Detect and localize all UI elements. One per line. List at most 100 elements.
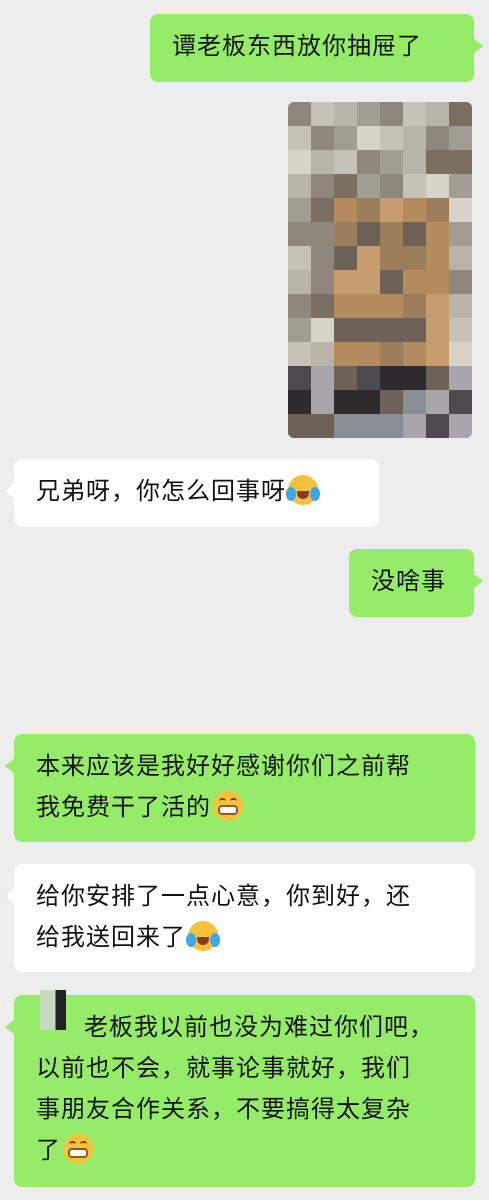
photo-pixel [334,126,358,151]
photo-pixel [311,174,335,199]
photo-pixel [357,270,381,295]
message-line: 我免费干了活的 [36,793,211,821]
photo-pixel [403,414,427,438]
photo-pixel [311,102,335,127]
photo-pixel [449,174,472,199]
photo-pixel [334,414,358,438]
photo-pixel [403,198,427,223]
photo-pixel [380,414,404,438]
photo-pixel [357,222,381,247]
photo-pixel [403,270,427,295]
photo-pixel [426,294,450,319]
message-line: 给你安排了一点心意，你到好，还 [36,882,411,910]
message-line: 本来应该是我好好感谢你们之前帮 [36,752,411,780]
photo-pixel [403,150,427,175]
photo-pixel [357,390,381,415]
photo-pixel [311,414,335,438]
photo-pixel [380,270,404,295]
photo-pixel [380,174,404,199]
photo-pixel [403,126,427,151]
message-line: 给我送回来了 [36,923,186,951]
crying-laughing-emoji [186,921,220,951]
message-bubble-received[interactable]: 给你安排了一点心意，你到好，还 给我送回来了 [5,864,475,972]
grin-emoji [213,791,243,821]
message-line: 以前也不会，就事论事就好，我们 [36,1054,411,1082]
pixelated-photo [288,102,472,438]
message-bubble-sent[interactable]: 谭老板东西放你抽屉了 [150,14,483,82]
photo-pixel [288,174,312,199]
message-text: 没啥事 [371,567,446,595]
message-bubble-sent[interactable]: 没啥事 [349,549,483,617]
photo-pixel [288,414,312,438]
photo-pixel [426,390,450,415]
photo-pixel [426,150,450,175]
photo-pixel [380,150,404,175]
photo-pixel [357,294,381,319]
message-text: 兄弟呀，你怎么回事呀 [36,477,286,505]
photo-pixel [334,174,358,199]
photo-pixel [334,366,358,391]
photo-pixel [403,390,427,415]
photo-pixel [449,390,472,415]
photo-pixel [288,294,312,319]
photo-pixel [288,126,312,151]
photo-pixel [449,318,472,343]
photo-pixel [334,342,358,367]
photo-pixel [357,246,381,271]
photo-pixel [357,198,381,223]
photo-pixel [334,198,358,223]
photo-pixel [311,150,335,175]
photo-pixel [380,342,404,367]
photo-pixel [449,126,472,151]
photo-pixel [357,318,381,343]
redaction-mark [40,990,66,1030]
photo-pixel [334,270,358,295]
photo-pixel [449,342,472,367]
photo-pixel [403,342,427,367]
message-bubble-received[interactable]: 兄弟呀，你怎么回事呀 [5,459,379,527]
photo-pixel [380,318,404,343]
photo-pixel [403,366,427,391]
photo-pixel [403,222,427,247]
image-message[interactable] [288,102,472,438]
photo-pixel [380,198,404,223]
photo-pixel [311,318,335,343]
photo-pixel [334,246,358,271]
photo-pixel [334,102,358,127]
photo-pixel [449,198,472,223]
photo-pixel [380,246,404,271]
photo-pixel [449,150,472,175]
message-text: 谭老板东西放你抽屉了 [172,32,422,60]
crying-laughing-emoji [286,475,320,505]
photo-pixel [334,318,358,343]
photo-pixel [334,294,358,319]
message-bubble-received[interactable]: 本来应该是我好好感谢你们之前帮 我免费干了活的 [5,734,475,842]
photo-pixel [288,270,312,295]
photo-pixel [449,294,472,319]
photo-pixel [380,390,404,415]
photo-pixel [311,294,335,319]
photo-pixel [357,150,381,175]
grin-emoji [63,1134,93,1164]
message-bubble-received[interactable]: 老板我以前也没为难过你们吧， 以前也不会，就事论事就好，我们 事朋友合作关系，不… [5,995,475,1187]
photo-pixel [449,414,472,438]
photo-pixel [357,366,381,391]
photo-pixel [449,270,472,295]
photo-pixel [334,390,358,415]
photo-pixel [288,246,312,271]
photo-pixel [288,198,312,223]
photo-pixel [311,222,335,247]
photo-pixel [288,390,312,415]
photo-pixel [311,366,335,391]
photo-pixel [426,222,450,247]
photo-pixel [380,126,404,151]
photo-pixel [403,294,427,319]
message-line: 老板我以前也没为难过你们吧， [84,1013,434,1041]
photo-pixel [403,246,427,271]
photo-pixel [426,102,450,127]
photo-pixel [288,150,312,175]
photo-pixel [426,318,450,343]
photo-pixel [380,222,404,247]
photo-pixel [311,342,335,367]
photo-pixel [288,102,312,127]
